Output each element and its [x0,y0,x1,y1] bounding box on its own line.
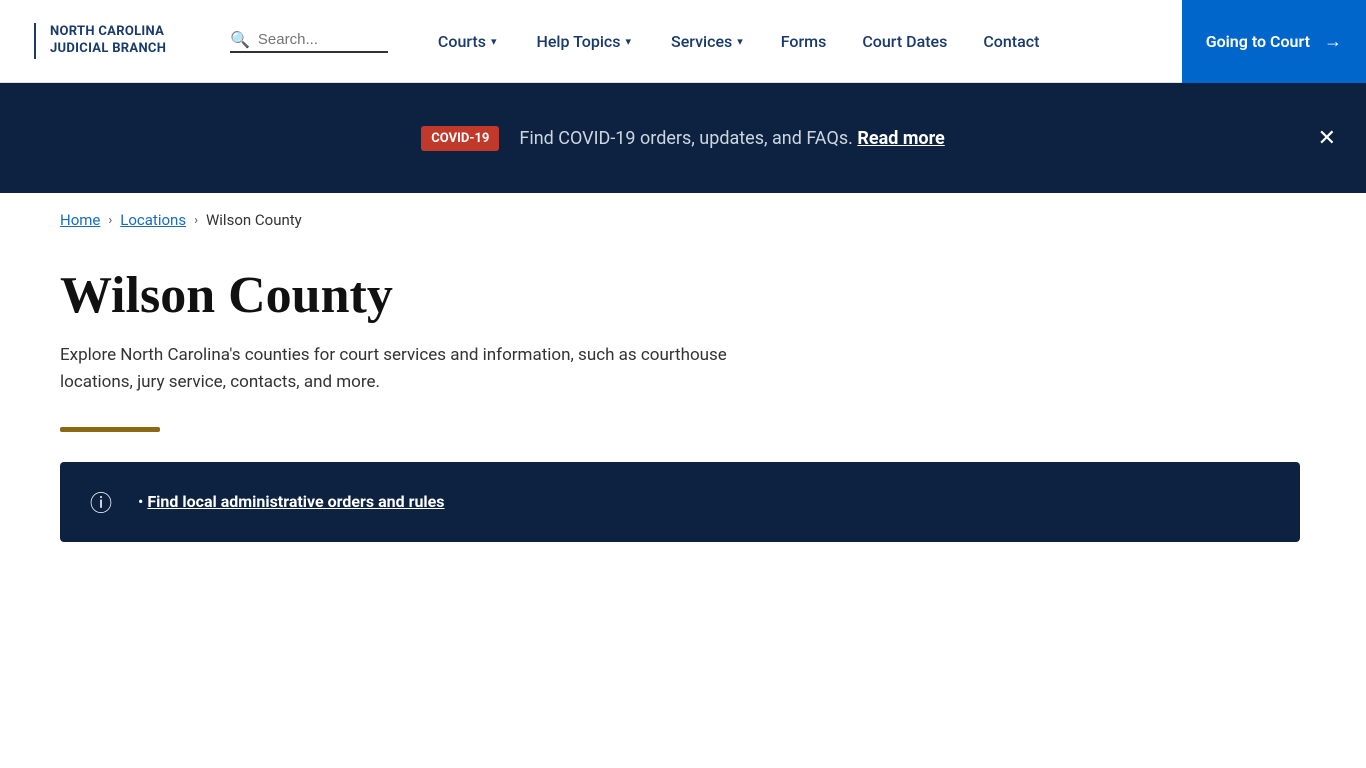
covid-text: Find COVID-19 orders, updates, and FAQs.… [519,128,944,149]
nav-court-dates[interactable]: Court Dates [844,0,965,83]
page-title: Wilson County [60,267,1306,324]
page-description: Explore North Carolina's counties for co… [60,342,800,396]
decorative-divider [60,427,160,432]
logo-divider [34,23,36,59]
info-box-content: • Find local administrative orders and r… [138,492,445,511]
logo-area: NORTH CAROLINA JUDICIAL BRANCH [20,23,230,59]
nav-forms[interactable]: Forms [763,0,845,83]
local-orders-link[interactable]: Find local administrative orders and rul… [147,492,444,511]
search-area[interactable]: 🔍 [230,30,388,53]
breadcrumb-current: Wilson County [206,211,302,229]
site-header: NORTH CAROLINA JUDICIAL BRANCH 🔍 Courts … [0,0,1366,83]
site-logo[interactable]: NORTH CAROLINA JUDICIAL BRANCH [50,24,166,58]
breadcrumb-locations[interactable]: Locations [120,211,186,229]
nav-courts[interactable]: Courts ▾ [418,0,517,83]
search-input[interactable] [258,31,388,48]
covid-banner: COVID-19 Find COVID-19 orders, updates, … [0,83,1366,193]
nav-services[interactable]: Services ▾ [651,0,763,83]
breadcrumb-home[interactable]: Home [60,211,100,229]
breadcrumb-separator-2: › [194,213,198,228]
nav-contact[interactable]: Contact [965,0,1057,83]
breadcrumb: Home › Locations › Wilson County [0,193,1366,247]
main-content: Wilson County Explore North Carolina's c… [0,247,1366,582]
search-icon[interactable]: 🔍 [230,30,250,49]
info-box: ⓘ • Find local administrative orders and… [60,462,1300,542]
breadcrumb-separator-1: › [108,213,112,228]
covid-badge: COVID-19 [421,126,499,151]
courts-chevron-icon: ▾ [491,35,497,48]
close-banner-button[interactable]: ✕ [1318,127,1336,149]
going-to-court-button[interactable]: Going to Court → [1182,0,1366,83]
help-topics-chevron-icon: ▾ [625,35,631,48]
bullet-icon: • [138,492,147,511]
info-circle-icon: ⓘ [90,486,118,518]
services-chevron-icon: ▾ [737,35,743,48]
covid-read-more-link[interactable]: Read more [857,128,944,149]
going-to-court-arrow-icon: → [1324,31,1342,52]
nav-help-topics[interactable]: Help Topics ▾ [516,0,651,83]
main-nav: Courts ▾ Help Topics ▾ Services ▾ Forms … [418,0,1182,83]
